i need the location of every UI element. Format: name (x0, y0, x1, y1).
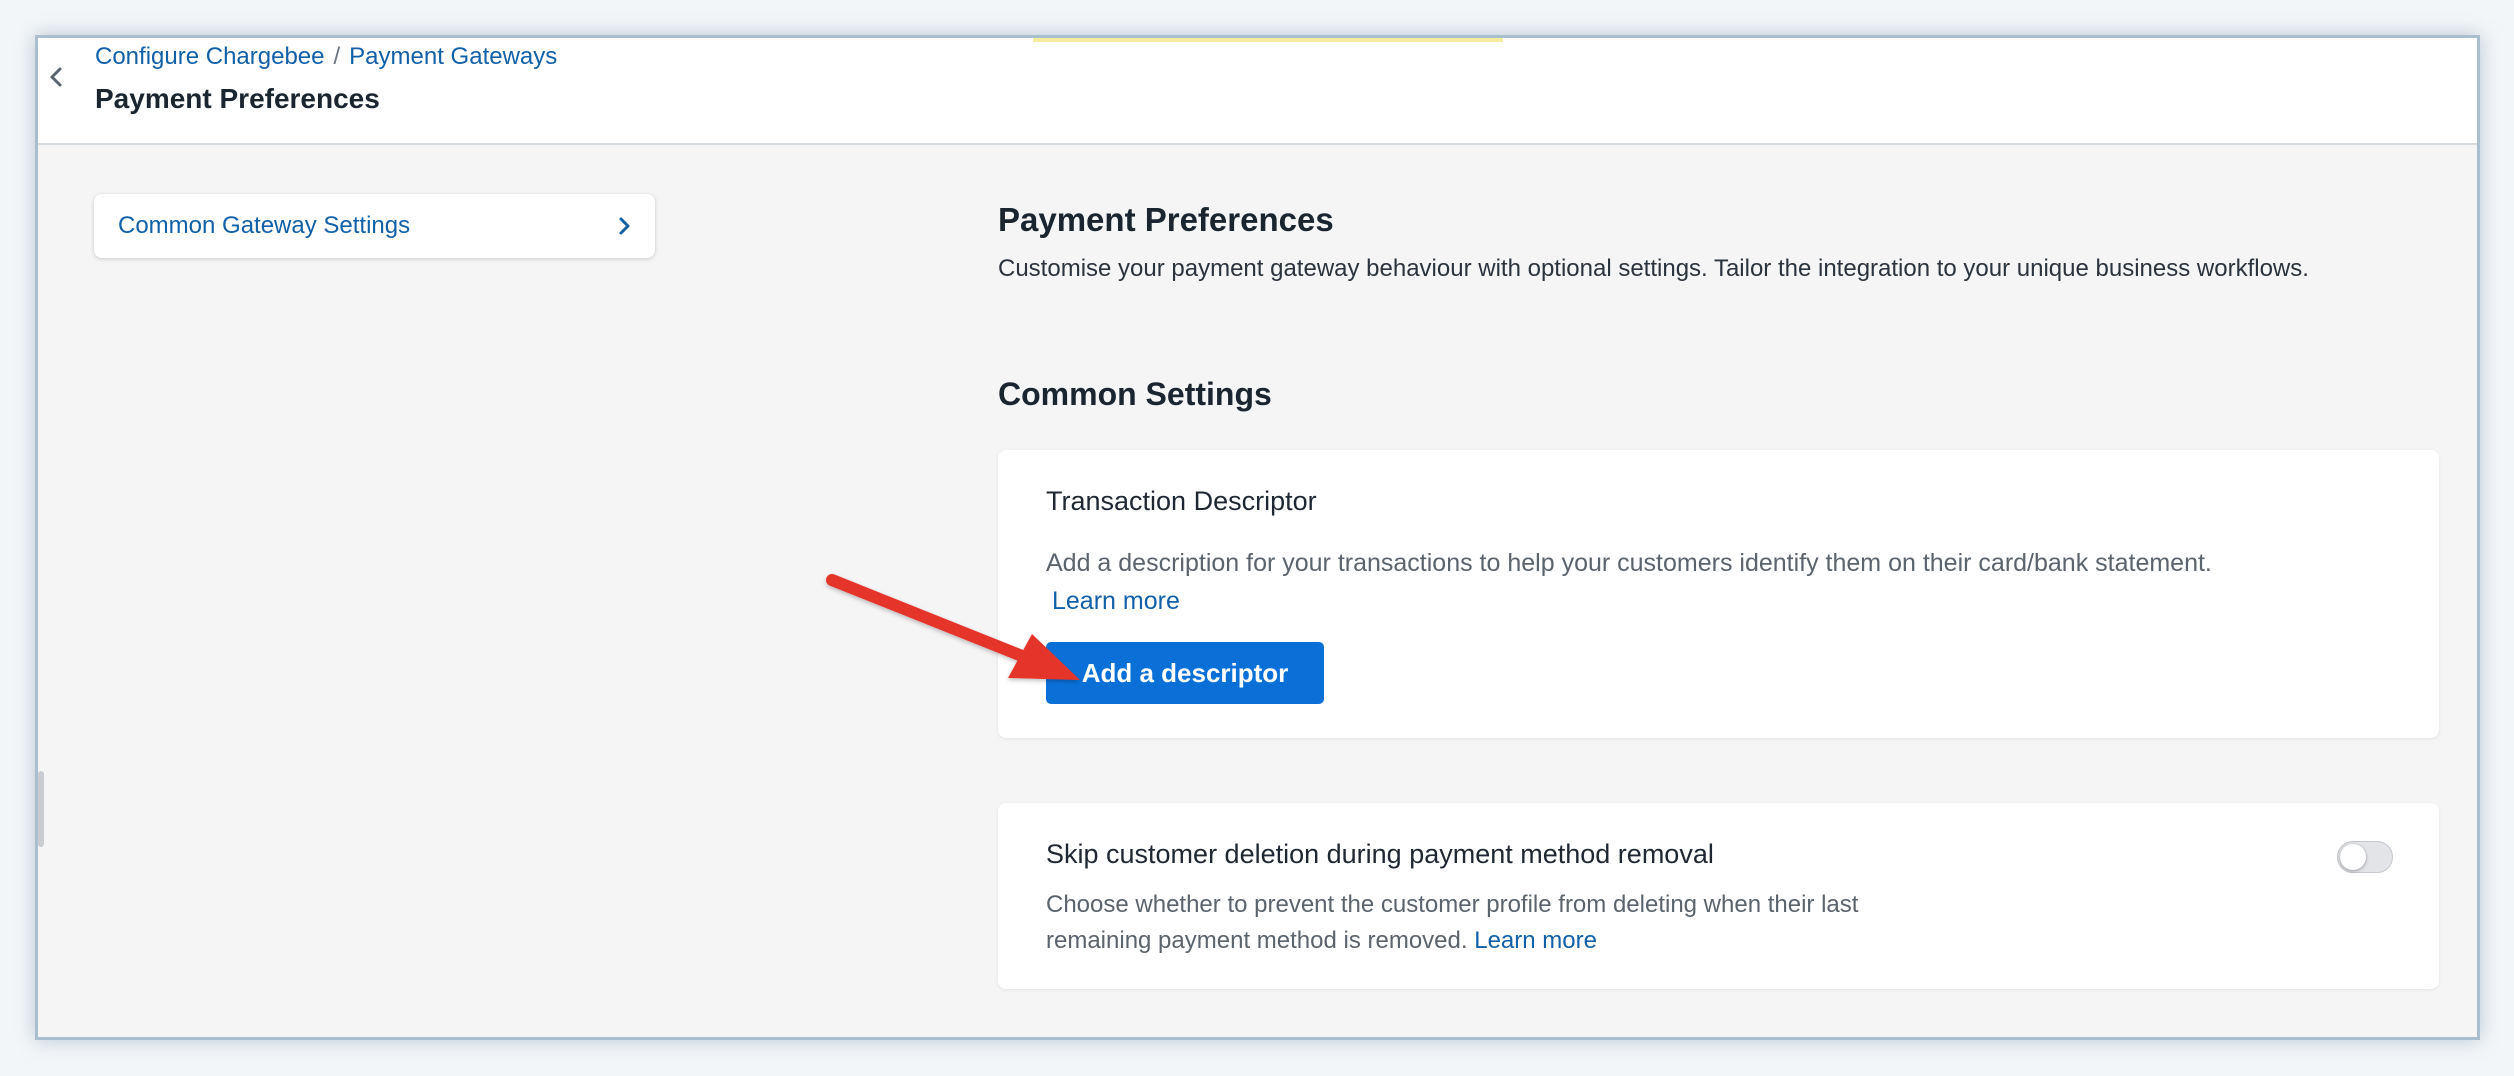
back-button[interactable] (41, 62, 71, 92)
transaction-descriptor-card: Transaction Descriptor Add a description… (998, 450, 2439, 738)
breadcrumb-configure-chargebee[interactable]: Configure Chargebee (95, 43, 325, 71)
common-settings-heading: Common Settings (998, 376, 1272, 412)
card-description: Add a description for your transactions … (1046, 544, 2386, 620)
page-header: Configure Chargebee / Payment Gateways P… (38, 38, 2477, 145)
page-title: Payment Preferences (95, 83, 380, 114)
add-descriptor-button[interactable]: Add a descriptor (1046, 642, 1324, 704)
skip-customer-deletion-card: Skip customer deletion during payment me… (998, 803, 2439, 989)
chevron-right-icon (619, 217, 630, 235)
breadcrumb-separator: / (333, 43, 341, 70)
app-window: Configure Chargebee / Payment Gateways P… (35, 35, 2480, 1040)
descriptor-description-text: Add a description for your transactions … (1046, 549, 2212, 577)
skip-deletion-toggle[interactable] (2337, 841, 2393, 873)
sidebar-item-common-gateway-settings[interactable]: Common Gateway Settings (94, 194, 655, 258)
section-intro: Customise your payment gateway behaviour… (998, 255, 2309, 282)
card-description: Choose whether to prevent the customer p… (1046, 887, 1866, 959)
toggle-knob (2340, 844, 2366, 870)
card-title: Transaction Descriptor (1046, 486, 1317, 516)
section-heading: Payment Preferences (998, 201, 1334, 238)
sidebar-item-label: Common Gateway Settings (118, 212, 411, 239)
breadcrumb: Configure Chargebee / Payment Gateways (95, 43, 557, 71)
card-title: Skip customer deletion during payment me… (1046, 839, 1714, 869)
breadcrumb-payment-gateways[interactable]: Payment Gateways (349, 43, 557, 71)
resize-handle[interactable] (38, 771, 44, 847)
learn-more-link[interactable]: Learn more (1474, 927, 1597, 954)
skip-description-text: Choose whether to prevent the customer p… (1046, 891, 1859, 954)
main-content: Payment Preferences Customise your payme… (998, 198, 2443, 989)
learn-more-link[interactable]: Learn more (1052, 587, 1180, 615)
header-accent-strip (1033, 38, 1503, 42)
chevron-left-icon (50, 67, 62, 87)
